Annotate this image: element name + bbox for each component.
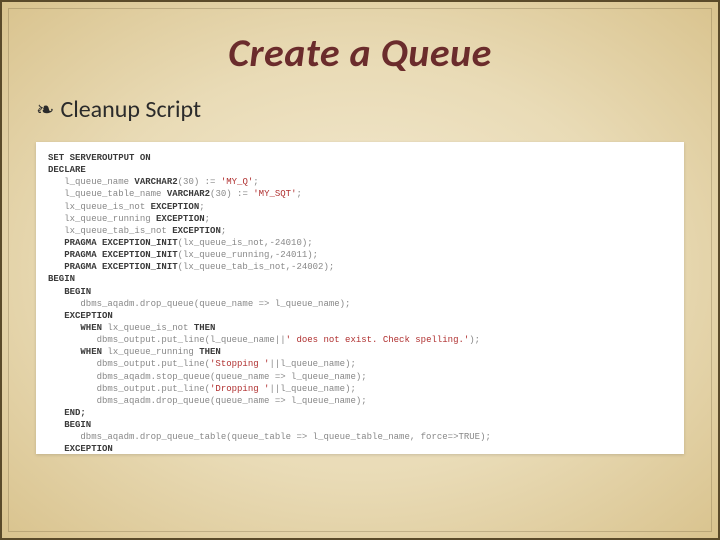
code-content: SET SERVEROUTPUT ON DECLARE l_queue_name… xyxy=(48,152,672,454)
slide: Create a Queue ❧ Cleanup Script SET SERV… xyxy=(0,0,720,540)
slide-title: Create a Queue xyxy=(2,28,718,77)
bullet-icon: ❧ xyxy=(36,99,54,121)
bullet-text: Cleanup Script xyxy=(60,95,201,124)
code-block: SET SERVEROUTPUT ON DECLARE l_queue_name… xyxy=(36,142,684,454)
bullet-item: ❧ Cleanup Script xyxy=(36,95,718,124)
